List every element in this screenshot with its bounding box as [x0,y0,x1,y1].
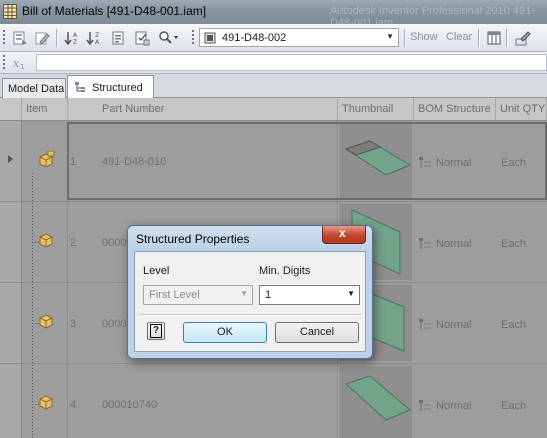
formula-toolbar: x 1 [0,52,547,74]
chevron-down-icon: ▼ [386,32,394,41]
part-icon [39,314,53,329]
dialog-title: Structured Properties [136,232,250,246]
part-icon [39,395,53,410]
close-icon: x [339,226,346,240]
export-icon [13,31,27,45]
view-options-button[interactable] [132,28,152,48]
row-header[interactable] [0,364,22,438]
sort-ascending-icon: A Z [64,32,78,46]
edit-button[interactable] [32,28,52,48]
bom-structure-icon [419,400,431,411]
tab-label: Model Data [8,83,65,95]
sort-descending-icon: Z A [86,32,100,46]
level-label: Level [143,265,170,277]
main-toolbar: A Z Z A 491-D48-002 ▼ Show Clear [0,24,547,52]
svg-text:Z: Z [73,39,77,46]
min-digits-value: 1 [265,289,272,301]
assembly-icon [39,151,55,167]
document-check-icon [135,31,150,46]
table-row[interactable]: 1 491-D48-010 Normal Each [0,121,547,202]
pencil-icon [35,32,50,45]
column-header-thumbnail[interactable]: Thumbnail [338,98,414,120]
clear-button[interactable]: Clear [446,31,472,43]
row-header[interactable] [0,202,22,282]
column-header-item[interactable]: Item [22,98,68,120]
grid-header: Item Part Number Thumbnail BOM Structure… [0,98,547,121]
svg-text:A: A [95,39,100,46]
unit-qty: Each [501,319,527,331]
bom-structure: Normal [436,238,472,250]
function-button[interactable]: x 1 [10,53,30,73]
tab-label: Structured [92,82,143,94]
tab-strip: Model Data Structured [0,74,547,99]
column-header-bom-structure[interactable]: BOM Structure [414,98,496,120]
show-button[interactable]: Show [410,31,438,43]
renumber-icon [112,31,124,45]
min-digits-label: Min. Digits [259,265,311,277]
tree-connector [32,173,33,438]
ok-button[interactable]: OK [183,322,267,343]
help-button[interactable]: ? [147,322,165,340]
bom-structure: Normal [436,319,472,331]
level-select: First Level ▼ [143,285,253,305]
formula-input[interactable] [36,54,547,71]
wrench-icon [515,31,531,46]
bom-structure-icon [419,238,431,249]
table-row[interactable]: 4 000010740 Normal Each [0,364,547,438]
plate-thumbnail-icon [345,375,411,421]
structured-properties-dialog: Structured Properties x Level First Leve… [127,225,373,359]
sort-ascending-button[interactable]: A Z [62,28,82,48]
find-button[interactable] [156,28,178,48]
part-thumbnail [340,366,412,438]
view-representation-select[interactable]: 491-D48-002 ▼ [199,28,399,47]
part-number: 0000 [102,318,127,330]
help-icon: ? [150,324,162,338]
column-header-part-number[interactable]: Part Number [68,98,338,120]
part-number: 000010740 [102,399,158,411]
svg-text:1: 1 [20,63,24,71]
column-header-unit-qty[interactable]: Unit QTY [496,98,547,120]
chevron-down-icon: ▼ [240,289,248,298]
bom-structure: Normal [436,400,472,412]
svg-text:Z: Z [95,32,99,39]
cancel-button[interactable]: Cancel [275,322,359,343]
part-icon [39,233,53,248]
search-icon [159,31,178,44]
row-header[interactable] [0,121,22,201]
bom-structure-icon [419,319,431,330]
toolbar-grip[interactable] [3,30,5,46]
svg-text:A: A [73,32,78,39]
close-button[interactable]: x [322,226,366,244]
tab-model-data[interactable]: Model Data [2,78,66,98]
sort-descending-button[interactable]: Z A [84,28,104,48]
bom-table-icon [3,4,17,19]
current-row-icon [8,155,13,163]
svg-text:x: x [13,57,20,70]
customize-button[interactable] [512,28,532,48]
renumber-button[interactable] [108,28,128,48]
tab-structured[interactable]: Structured [67,75,154,99]
unit-qty: Each [501,238,527,250]
function-icon: x 1 [13,57,24,71]
part-number: 0000 [102,237,127,249]
min-digits-select[interactable]: 1 ▼ [259,285,360,305]
window-title: Bill of Materials [491-D48-001.iam] [22,4,207,18]
view-rep-icon [204,32,216,44]
view-representation-value: 491-D48-002 [222,32,287,44]
toolbar-grip[interactable] [192,30,194,46]
export-button[interactable] [10,28,30,48]
toolbar-grip[interactable] [3,55,5,69]
column-chooser-icon [487,31,501,45]
column-chooser-button[interactable] [484,28,504,48]
level-value: First Level [149,289,200,301]
row-header[interactable] [0,283,22,363]
structured-tree-icon [75,82,85,92]
window-titlebar: Bill of Materials [491-D48-001.iam] Auto… [0,0,547,29]
chevron-down-icon: ▼ [347,289,355,298]
dialog-body: Level First Level ▼ Min. Digits 1 ▼ ? OK… [134,251,366,352]
unit-qty: Each [501,400,527,412]
